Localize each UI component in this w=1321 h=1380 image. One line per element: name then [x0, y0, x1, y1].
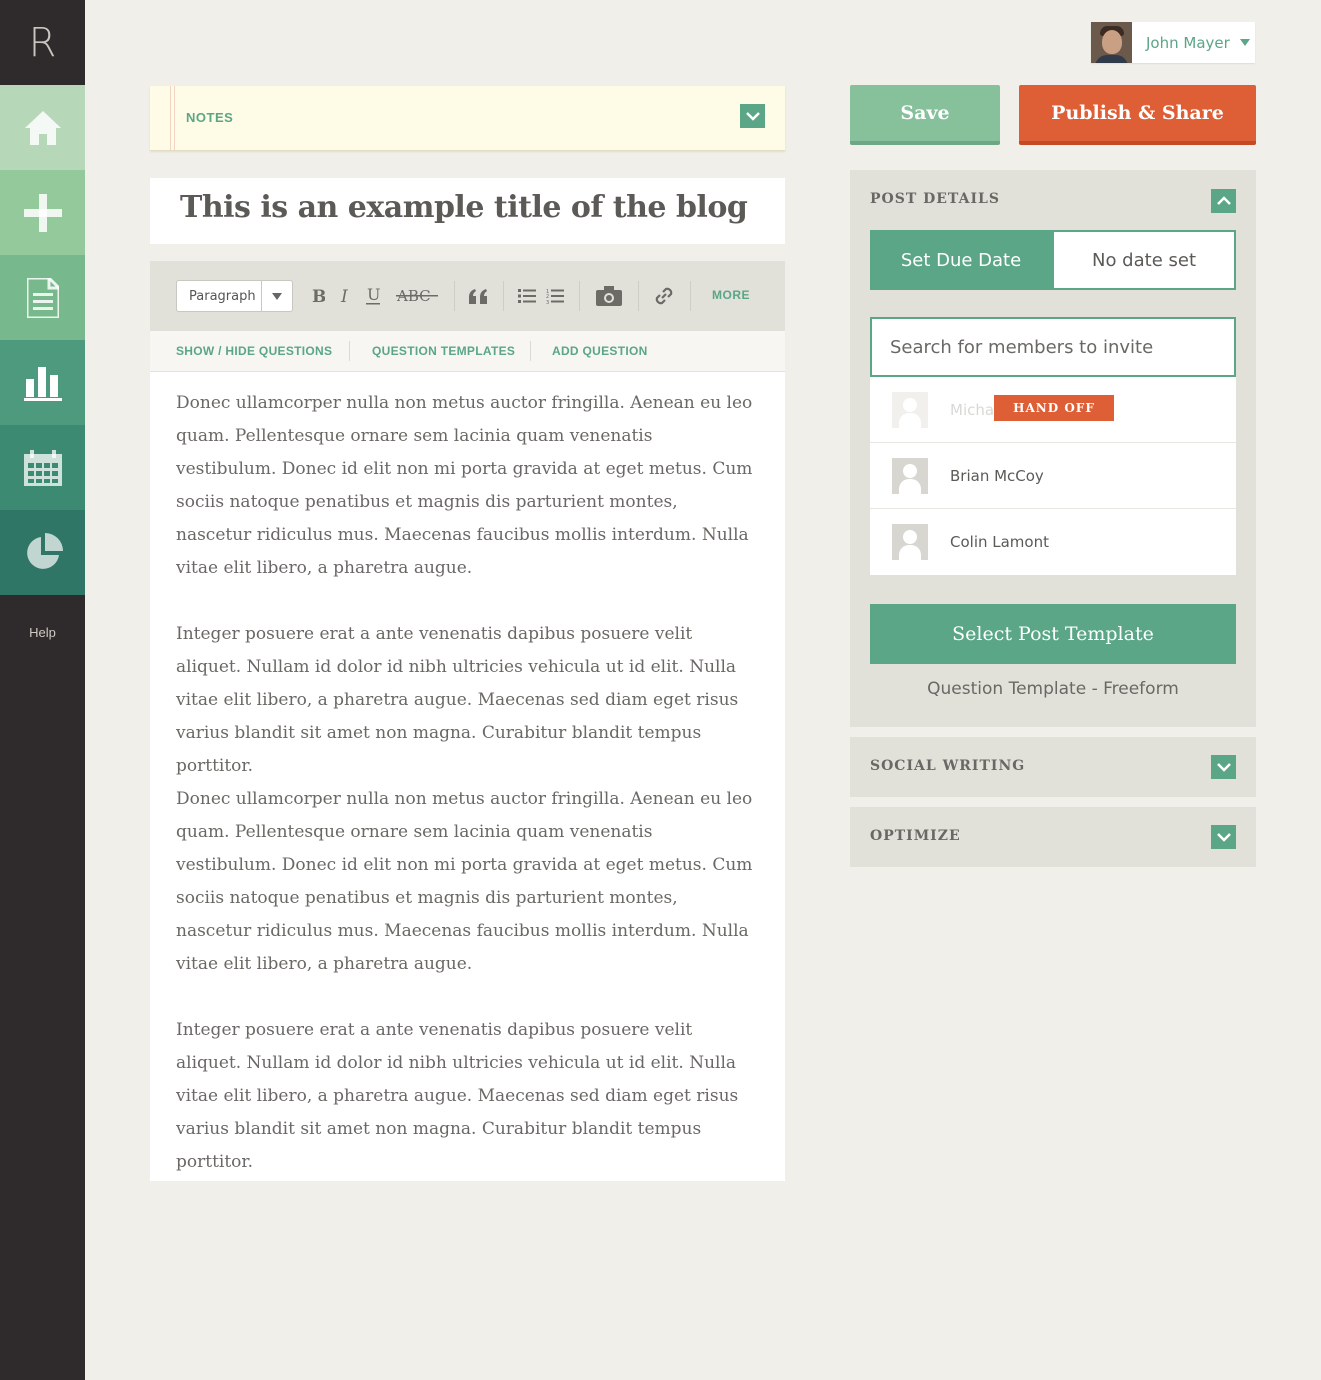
body-paragraph: Integer posuere erat a ante venenatis da… — [176, 1020, 739, 1172]
home-icon — [24, 110, 61, 145]
member-search-input[interactable] — [870, 317, 1236, 377]
body-paragraph: Donec ullamcorper nulla non metus auctor… — [176, 393, 753, 578]
underline-icon: U — [366, 287, 380, 305]
social-writing-title: SOCIAL WRITING — [870, 758, 1026, 774]
template-caption: Question Template - Freeform — [927, 679, 1179, 699]
caret-down-icon — [261, 281, 292, 311]
nav-add[interactable] — [0, 170, 85, 255]
nav-calendar[interactable] — [0, 425, 85, 510]
help-link[interactable]: Help — [0, 625, 85, 640]
post-title[interactable]: This is an example title of the blog — [180, 190, 748, 225]
chevron-down-icon — [1216, 763, 1231, 772]
camera-icon — [596, 286, 622, 306]
optimize-panel[interactable]: OPTIMIZE — [850, 807, 1256, 867]
optimize-expand-button[interactable] — [1211, 825, 1236, 849]
select-post-template-button[interactable]: Select Post Template — [870, 604, 1236, 664]
format-select[interactable]: Paragraph — [176, 280, 293, 312]
italic-icon: I — [340, 288, 348, 304]
bold-button[interactable]: B — [310, 283, 326, 309]
member-name: Micha — [950, 400, 995, 419]
question-templates-link[interactable]: QUESTION TEMPLATES — [372, 344, 515, 358]
svg-text:3: 3 — [546, 300, 549, 304]
nav-posts[interactable] — [0, 255, 85, 340]
avatar — [892, 391, 928, 428]
document-icon — [26, 277, 59, 318]
blockquote-button[interactable] — [467, 283, 489, 309]
insert-link-button[interactable] — [653, 283, 675, 309]
link-icon — [655, 287, 673, 305]
chevron-up-icon — [1216, 196, 1231, 205]
post-details-panel: POST DETAILS Set Due Date No date set Mi… — [850, 170, 1256, 727]
member-list: Micha HAND OFF Brian McCoy Colin Lamont — [870, 377, 1236, 575]
member-name: Colin Lamont — [950, 533, 1049, 551]
bullet-list-icon — [518, 289, 536, 303]
avatar — [892, 524, 928, 560]
bullet-list-button[interactable] — [518, 283, 536, 309]
sidebar: R Help — [0, 0, 85, 1380]
nav-analytics[interactable] — [0, 340, 85, 425]
underline-button[interactable]: U — [364, 283, 382, 309]
plus-icon — [23, 193, 62, 232]
show-hide-questions-link[interactable]: SHOW / HIDE QUESTIONS — [176, 344, 332, 358]
due-date-value[interactable]: No date set — [1052, 230, 1236, 290]
add-question-link[interactable]: ADD QUESTION — [552, 344, 648, 358]
editor-body[interactable]: Donec ullamcorper nulla non metus auctor… — [150, 372, 785, 1181]
social-writing-panel[interactable]: SOCIAL WRITING — [850, 737, 1256, 797]
set-due-date-button[interactable]: Set Due Date — [870, 230, 1052, 290]
chevron-down-icon — [1216, 833, 1231, 842]
question-toolbar: SHOW / HIDE QUESTIONS QUESTION TEMPLATES… — [150, 331, 785, 372]
avatar — [892, 457, 928, 494]
app-logo[interactable]: R — [0, 0, 85, 85]
calendar-icon — [23, 449, 62, 486]
editor-toolbar: Paragraph B I U ABC 1 2 3 MORE — [150, 261, 785, 331]
post-title-field[interactable]: This is an example title of the blog — [150, 178, 785, 244]
insert-image-button[interactable] — [596, 283, 622, 309]
avatar — [1091, 22, 1132, 63]
svg-text:I: I — [340, 288, 348, 304]
hand-off-button[interactable]: HAND OFF — [994, 395, 1114, 421]
post-details-collapse-button[interactable] — [1211, 189, 1236, 213]
bar-chart-icon — [23, 366, 62, 401]
caret-down-icon — [1239, 39, 1250, 46]
social-writing-expand-button[interactable] — [1211, 755, 1236, 779]
bold-icon: B — [312, 288, 325, 304]
strikethrough-icon: ABC — [396, 287, 438, 305]
nav-reports[interactable] — [0, 510, 85, 595]
svg-text:B: B — [312, 288, 325, 304]
body-paragraph: Integer posuere erat a ante venenatis da… — [176, 624, 739, 776]
list-item[interactable]: Micha HAND OFF — [870, 377, 1236, 443]
notes-expand-button[interactable] — [740, 104, 765, 128]
quote-icon — [469, 289, 487, 304]
pie-chart-icon — [26, 532, 63, 569]
numbered-list-icon: 1 2 3 — [546, 289, 564, 304]
body-paragraph: Donec ullamcorper nulla non metus auctor… — [176, 789, 753, 974]
chevron-down-icon — [745, 112, 760, 121]
post-details-title: POST DETAILS — [870, 191, 1000, 207]
strikethrough-button[interactable]: ABC — [396, 283, 438, 309]
notes-label: NOTES — [186, 110, 234, 125]
user-menu[interactable]: John Mayer — [1091, 22, 1255, 63]
format-select-value: Paragraph — [189, 288, 256, 304]
more-tools-button[interactable]: MORE — [712, 288, 750, 302]
notes-panel[interactable]: NOTES — [150, 86, 785, 151]
list-item[interactable]: Colin Lamont — [870, 509, 1236, 575]
publish-share-button[interactable]: Publish & Share — [1019, 85, 1256, 145]
nav-home[interactable] — [0, 85, 85, 170]
svg-text:U: U — [367, 287, 380, 304]
member-name: Brian McCoy — [950, 466, 1044, 485]
save-button[interactable]: Save — [850, 85, 1000, 145]
optimize-title: OPTIMIZE — [870, 828, 961, 844]
numbered-list-button[interactable]: 1 2 3 — [546, 283, 564, 309]
list-item[interactable]: Brian McCoy — [870, 443, 1236, 509]
italic-button[interactable]: I — [338, 283, 352, 309]
user-name: John Mayer — [1146, 33, 1230, 52]
